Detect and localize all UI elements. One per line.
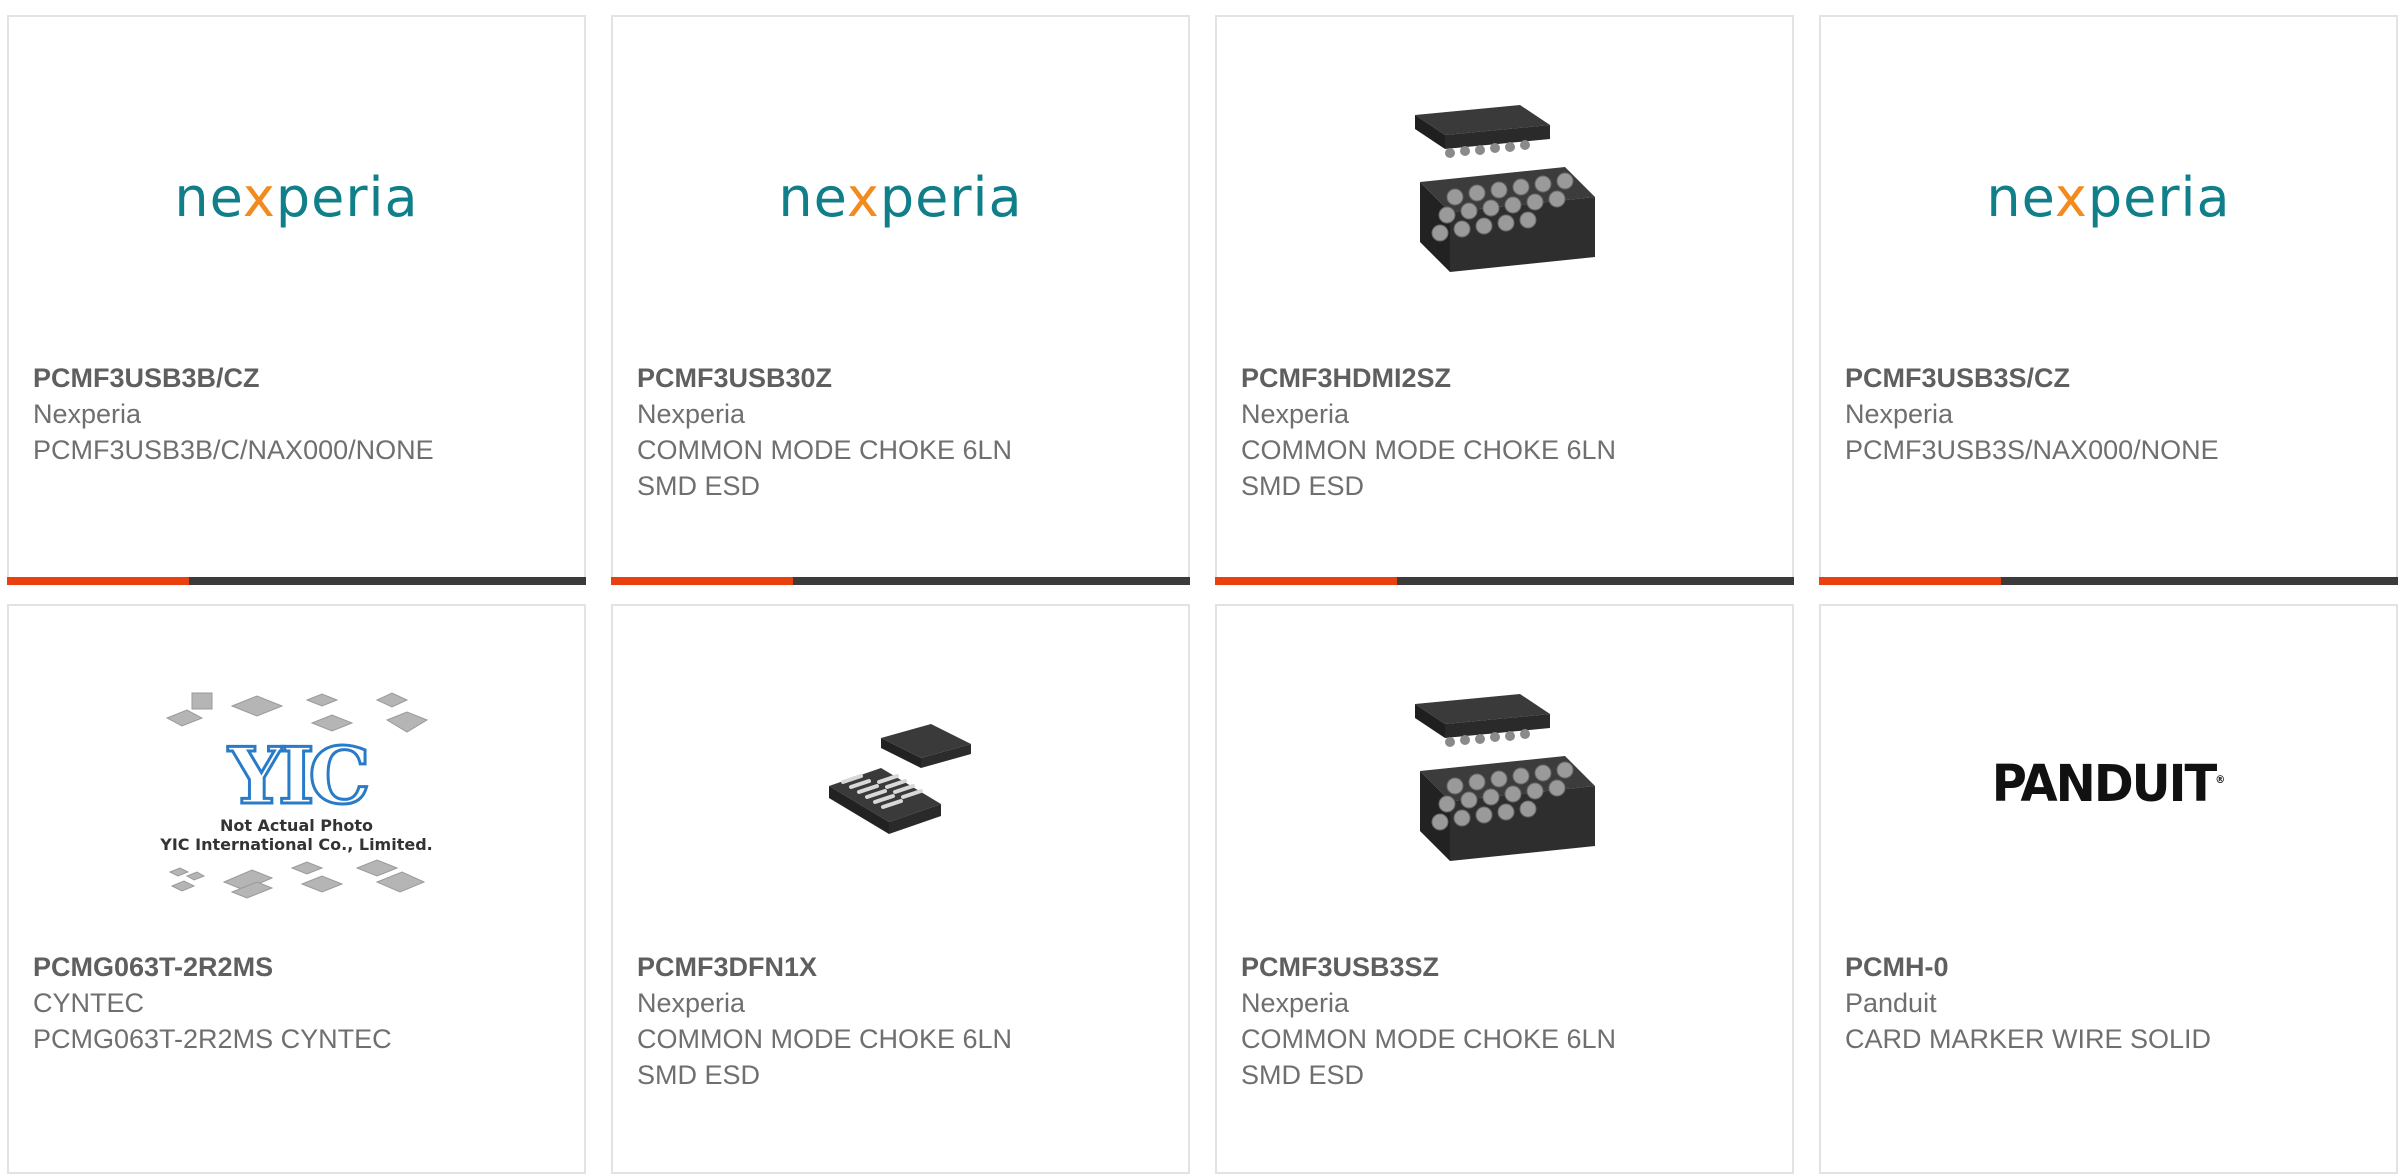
product-info: PCMF3DFN1X Nexperia COMMON MODE CHOKE 6L… bbox=[637, 949, 1168, 1093]
product-description: COMMON MODE CHOKE 6LN SMD ESD bbox=[1241, 435, 1617, 501]
product-image[interactable] bbox=[613, 606, 1188, 946]
product-description: PCMF3USB3B/C/NAX000/NONE bbox=[33, 435, 434, 465]
product-description: COMMON MODE CHOKE 6LN SMD ESD bbox=[637, 435, 1013, 501]
product-image[interactable]: nexperia bbox=[9, 17, 584, 357]
product-card[interactable]: nexperia PCMF3USB30Z Nexperia COMMON MOD… bbox=[611, 15, 1190, 585]
product-description: COMMON MODE CHOKE 6LN SMD ESD bbox=[1241, 1024, 1617, 1090]
bga-package-photo bbox=[1414, 694, 1595, 861]
product-description: CARD MARKER WIRE SOLID bbox=[1845, 1024, 2212, 1054]
product-info: PCMF3USB3B/CZ Nexperia PCMF3USB3B/C/NAX0… bbox=[33, 360, 564, 468]
manufacturer-name: Nexperia bbox=[637, 988, 746, 1018]
part-number-link[interactable]: PCMH-0 bbox=[1845, 949, 2376, 985]
manufacturer-name: Nexperia bbox=[637, 399, 746, 429]
manufacturer-name: Panduit bbox=[1845, 988, 1937, 1018]
manufacturer-name: CYNTEC bbox=[33, 988, 145, 1018]
bga-package-photo bbox=[1414, 105, 1595, 272]
nexperia-logo: nexperia bbox=[1986, 165, 2231, 229]
card-accent-bar bbox=[7, 577, 586, 585]
product-grid: nexperia PCMF3USB3B/CZ Nexperia PCMF3USB… bbox=[7, 15, 2398, 1174]
part-number-link[interactable]: PCMF3USB3B/CZ bbox=[33, 360, 564, 396]
nexperia-logo: nexperia bbox=[174, 165, 419, 229]
product-info: PCMG063T-2R2MS CYNTEC PCMG063T-2R2MS CYN… bbox=[33, 949, 564, 1057]
product-description: PCMG063T-2R2MS CYNTEC bbox=[33, 1024, 392, 1054]
yic-logo: YIC bbox=[227, 731, 372, 822]
manufacturer-name: Nexperia bbox=[1845, 399, 1954, 429]
manufacturer-name: Nexperia bbox=[1241, 988, 1350, 1018]
product-image[interactable]: nexperia bbox=[613, 17, 1188, 357]
product-card[interactable]: PCMF3HDMI2SZ Nexperia COMMON MODE CHOKE … bbox=[1215, 15, 1794, 585]
card-accent-bar bbox=[1215, 577, 1794, 585]
product-description: PCMF3USB3S/NAX000/NONE bbox=[1845, 435, 2219, 465]
product-image[interactable]: YIC Not Actual Photo YIC International C… bbox=[9, 606, 584, 946]
card-accent-bar bbox=[1819, 577, 2398, 585]
product-card[interactable]: PCMF3USB3SZ Nexperia COMMON MODE CHOKE 6… bbox=[1215, 604, 1794, 1174]
panduit-logo: PANDUIT® bbox=[1991, 754, 2226, 813]
component-icons-bottom bbox=[168, 859, 425, 899]
manufacturer-name: Nexperia bbox=[33, 399, 142, 429]
product-card[interactable]: YIC Not Actual Photo YIC International C… bbox=[7, 604, 586, 1174]
part-number-link[interactable]: PCMF3DFN1X bbox=[637, 949, 1168, 985]
product-info: PCMF3USB30Z Nexperia COMMON MODE CHOKE 6… bbox=[637, 360, 1168, 504]
dfn-package-photo bbox=[828, 724, 971, 834]
product-info: PCMF3USB3SZ Nexperia COMMON MODE CHOKE 6… bbox=[1241, 949, 1772, 1093]
part-number-link[interactable]: PCMF3USB30Z bbox=[637, 360, 1168, 396]
part-number-link[interactable]: PCMF3HDMI2SZ bbox=[1241, 360, 1772, 396]
product-info: PCMH-0 Panduit CARD MARKER WIRE SOLID bbox=[1845, 949, 2376, 1057]
product-description: COMMON MODE CHOKE 6LN SMD ESD bbox=[637, 1024, 1013, 1090]
part-number-link[interactable]: PCMF3USB3SZ bbox=[1241, 949, 1772, 985]
placeholder-note: Not Actual Photo YIC International Co., … bbox=[160, 816, 433, 854]
part-number-link[interactable]: PCMF3USB3S/CZ bbox=[1845, 360, 2376, 396]
product-info: PCMF3HDMI2SZ Nexperia COMMON MODE CHOKE … bbox=[1241, 360, 1772, 504]
part-number-link[interactable]: PCMG063T-2R2MS bbox=[33, 949, 564, 985]
product-info: PCMF3USB3S/CZ Nexperia PCMF3USB3S/NAX000… bbox=[1845, 360, 2376, 468]
product-image[interactable] bbox=[1217, 606, 1792, 946]
product-card[interactable]: PANDUIT® PCMH-0 Panduit CARD MARKER WIRE… bbox=[1819, 604, 2398, 1174]
product-card[interactable]: nexperia PCMF3USB3S/CZ Nexperia PCMF3USB… bbox=[1819, 15, 2398, 585]
product-card[interactable]: PCMF3DFN1X Nexperia COMMON MODE CHOKE 6L… bbox=[611, 604, 1190, 1174]
product-card[interactable]: nexperia PCMF3USB3B/CZ Nexperia PCMF3USB… bbox=[7, 15, 586, 585]
product-image[interactable]: PANDUIT® bbox=[1821, 606, 2396, 946]
card-accent-bar bbox=[611, 577, 1190, 585]
nexperia-logo: nexperia bbox=[778, 165, 1023, 229]
product-image[interactable] bbox=[1217, 17, 1792, 357]
manufacturer-name: Nexperia bbox=[1241, 399, 1350, 429]
yic-placeholder-image: YIC Not Actual Photo YIC International C… bbox=[160, 688, 433, 904]
product-image[interactable]: nexperia bbox=[1821, 17, 2396, 357]
